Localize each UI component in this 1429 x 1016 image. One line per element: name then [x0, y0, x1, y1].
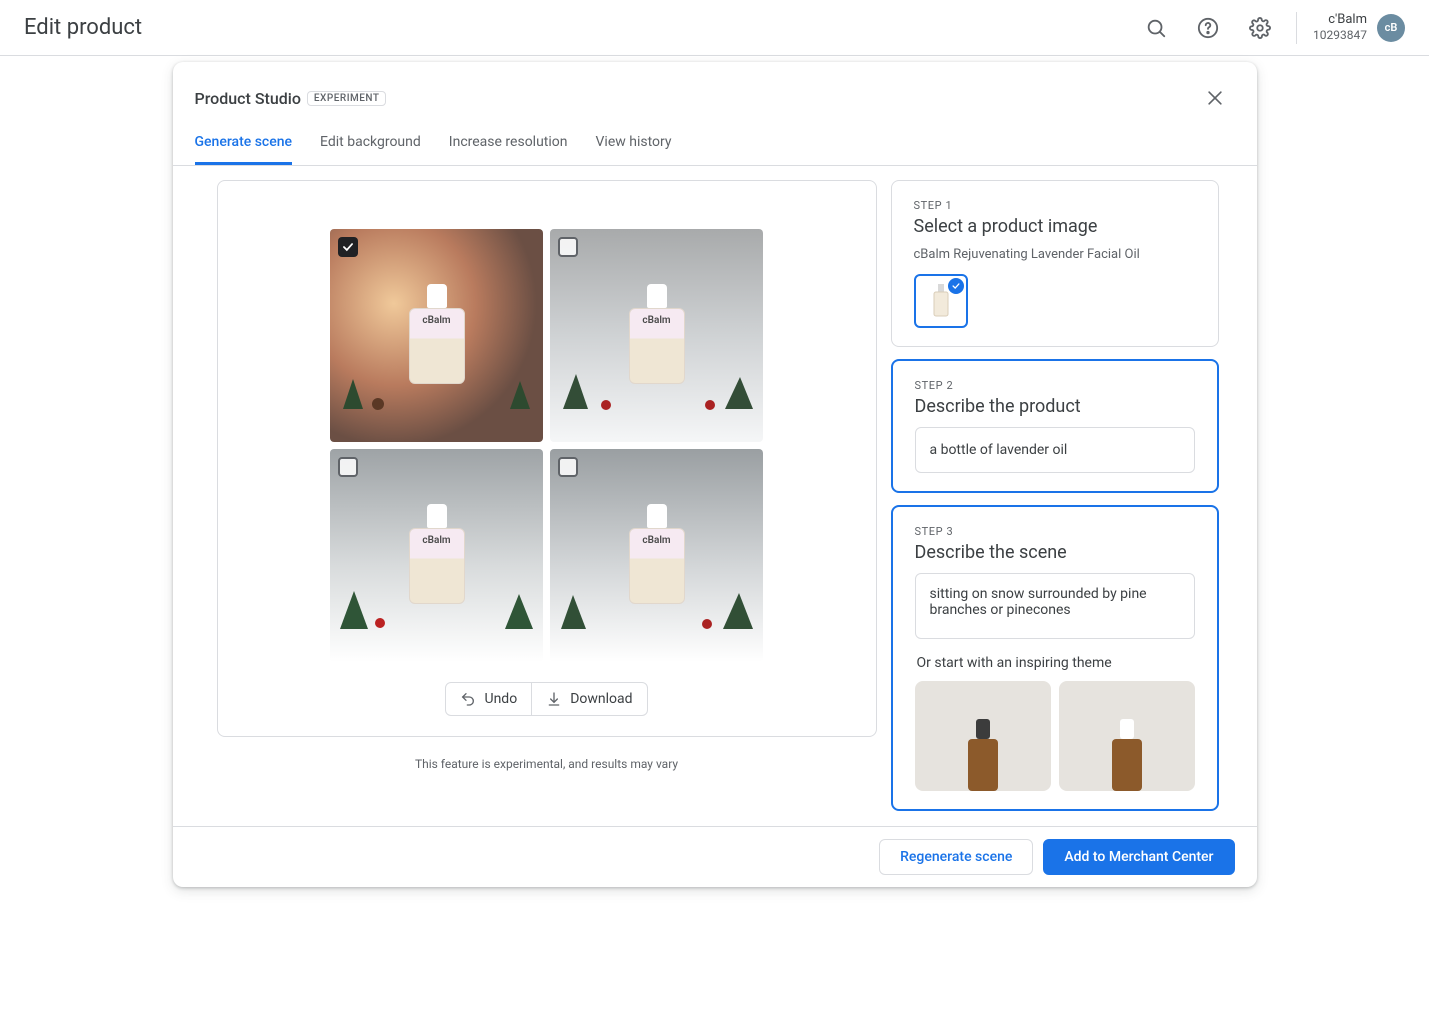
gear-icon[interactable]	[1240, 8, 1280, 48]
step-1-subtitle: cBalm Rejuvenating Lavender Facial Oil	[914, 247, 1196, 262]
checkbox-icon	[338, 457, 358, 477]
checkbox-icon	[338, 237, 358, 257]
step-1-card: STEP 1 Select a product image cBalm Reju…	[891, 180, 1219, 347]
disclaimer-text: This feature is experimental, and result…	[415, 757, 678, 771]
preview-card: Undo Download	[217, 180, 877, 737]
download-button[interactable]: Download	[531, 683, 646, 715]
tabs: Generate scene Edit background Increase …	[173, 124, 1257, 166]
user-id: 10293847	[1313, 28, 1367, 43]
close-icon[interactable]	[1195, 78, 1235, 118]
topbar-right: c'Balm 10293847 cB	[1136, 8, 1405, 48]
step-3-card: STEP 3 Describe the scene sitting on sno…	[891, 505, 1219, 811]
generated-image-2[interactable]	[550, 229, 763, 442]
regenerate-scene-button[interactable]: Regenerate scene	[879, 839, 1033, 875]
tab-edit-background[interactable]: Edit background	[320, 124, 421, 165]
tab-generate-scene[interactable]: Generate scene	[195, 124, 293, 165]
step-2-title: Describe the product	[915, 396, 1195, 417]
dialog-title: Product Studio	[195, 89, 301, 108]
tab-increase-resolution[interactable]: Increase resolution	[449, 124, 568, 165]
step-2-label: STEP 2	[915, 379, 1195, 392]
download-label: Download	[570, 691, 632, 707]
generated-grid	[330, 229, 763, 662]
checkbox-icon	[558, 237, 578, 257]
top-bar: Edit product c'Balm 10293847 cB	[0, 0, 1429, 56]
user-name: c'Balm	[1313, 12, 1367, 28]
step-3-label: STEP 3	[915, 525, 1195, 538]
checkbox-icon	[558, 457, 578, 477]
selected-product-thumbnail[interactable]	[914, 274, 968, 328]
page-title: Edit product	[24, 15, 142, 40]
help-icon[interactable]	[1188, 8, 1228, 48]
step-3-title: Describe the scene	[915, 542, 1195, 563]
theme-option-1[interactable]	[915, 681, 1051, 791]
action-bar: Undo Download	[445, 682, 647, 716]
product-studio-dialog: Product Studio EXPERIMENT Generate scene…	[173, 62, 1257, 887]
describe-product-input[interactable]: a bottle of lavender oil	[915, 427, 1195, 473]
theme-option-2[interactable]	[1059, 681, 1195, 791]
tab-view-history[interactable]: View history	[596, 124, 672, 165]
inspiring-theme-label: Or start with an inspiring theme	[917, 655, 1195, 671]
check-circle-icon	[948, 278, 964, 294]
search-icon[interactable]	[1136, 8, 1176, 48]
step-1-title: Select a product image	[914, 216, 1196, 237]
generated-image-1[interactable]	[330, 229, 543, 442]
undo-button[interactable]: Undo	[446, 683, 531, 715]
generated-image-4[interactable]	[550, 449, 763, 662]
dialog-footer: Regenerate scene Add to Merchant Center	[173, 826, 1257, 887]
step-2-card: STEP 2 Describe the product a bottle of …	[891, 359, 1219, 493]
add-to-merchant-center-button[interactable]: Add to Merchant Center	[1043, 839, 1234, 875]
experiment-badge: EXPERIMENT	[307, 91, 387, 106]
divider	[1296, 12, 1297, 44]
theme-row	[915, 681, 1195, 791]
step-1-label: STEP 1	[914, 199, 1196, 212]
user-menu[interactable]: c'Balm 10293847 cB	[1313, 12, 1405, 43]
avatar: cB	[1377, 14, 1405, 42]
describe-scene-input[interactable]: sitting on snow surrounded by pine branc…	[915, 573, 1195, 639]
generated-image-3[interactable]	[330, 449, 543, 662]
undo-label: Undo	[484, 691, 517, 707]
